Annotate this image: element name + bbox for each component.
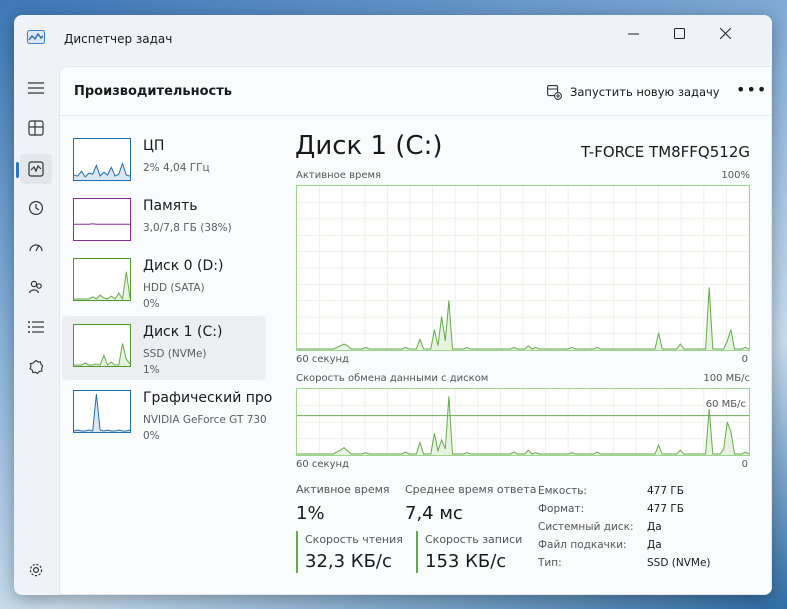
performance-icon: [28, 161, 44, 177]
startup-icon: [29, 244, 43, 252]
disk-model: T-FORCE TM8FFQ512G: [581, 143, 750, 161]
resource-item-gpu[interactable]: Графический про NVIDIA GeForce GT 730 0%: [62, 382, 272, 446]
run-new-task-button[interactable]: Запустить новую задачу: [547, 81, 720, 103]
resource-sub: NVIDIA GeForce GT 730: [143, 414, 267, 426]
active-time-max-label: 100%: [721, 170, 750, 181]
nav-performance[interactable]: [16, 154, 52, 184]
graph-area: [74, 271, 130, 300]
maximize-button[interactable]: [656, 17, 702, 49]
nav-menu-button[interactable]: [20, 73, 52, 103]
resource-usage: 0%: [143, 430, 160, 442]
capacity-value: 477 ГБ: [647, 485, 684, 497]
read-speed-value: 32,3 КБ/с: [305, 551, 392, 572]
nav-startup[interactable]: [20, 232, 52, 262]
format-value: 477 ГБ: [647, 503, 684, 515]
avg-response-stat-label: Среднее время ответа: [405, 483, 537, 496]
system-disk-value: Да: [647, 521, 662, 533]
users-icon: [28, 280, 42, 294]
nav-details[interactable]: [20, 312, 52, 342]
window-title: Диспетчер задач: [64, 32, 173, 46]
graph-line: [74, 393, 130, 432]
resource-sub: HDD (SATA): [143, 282, 205, 294]
resource-name: Диск 0 (D:): [143, 258, 224, 274]
gpu-thumbnail-graph: [73, 390, 131, 433]
resource-item-memory[interactable]: Память 3,0/7,8 ГБ (38%): [62, 190, 266, 254]
close-button[interactable]: [702, 17, 748, 49]
disk0-thumbnail-graph: [73, 258, 131, 301]
nav-users[interactable]: [20, 272, 52, 302]
navigation-rail: [14, 65, 58, 595]
minimize-icon: [627, 33, 639, 34]
graph-area: [74, 223, 130, 240]
system-disk-label: Системный диск:: [538, 521, 634, 533]
transfer-graph: 60 МБ/с: [296, 388, 750, 456]
active-time-seconds-label: 60 секунд: [296, 354, 349, 365]
services-icon: [29, 359, 44, 375]
maximize-icon: [673, 27, 685, 39]
transfer-min-label: 0: [741, 459, 748, 470]
graph-grid: [297, 389, 749, 455]
processes-icon: [28, 120, 44, 136]
graph-grid: [297, 186, 749, 350]
transfer-seconds-label: 60 секунд: [296, 459, 349, 470]
disk1-thumbnail-graph: [73, 324, 131, 367]
panel-header: Производительность Запустить новую задач…: [60, 67, 771, 116]
resource-item-cpu[interactable]: ЦП 2% 4,04 ГГц: [62, 130, 266, 194]
resource-item-disk1[interactable]: Диск 1 (C:) SSD (NVMe) 1%: [62, 316, 266, 380]
transfer-graph-label: Скорость обмена данными с диском: [296, 373, 489, 384]
active-time-min-label: 0: [741, 354, 748, 365]
memory-thumbnail-graph: [73, 198, 131, 241]
read-speed-bar: [296, 531, 298, 573]
capacity-label: Емкость:: [538, 485, 587, 497]
history-icon: [28, 200, 44, 216]
resource-name: Графический про: [143, 390, 273, 406]
format-label: Формат:: [538, 503, 585, 515]
transfer-line-label: 60 МБ/с: [705, 399, 746, 410]
active-time-stat-value: 1%: [296, 503, 325, 524]
more-options-button[interactable]: •••: [736, 80, 767, 99]
write-speed-value: 153 КБ/с: [425, 551, 507, 572]
page-title: Производительность: [74, 84, 233, 99]
nav-processes[interactable]: [20, 113, 52, 143]
resource-name: Память: [143, 198, 198, 214]
write-speed-label: Скорость записи: [425, 533, 523, 546]
nav-services[interactable]: [20, 352, 52, 382]
close-icon: [719, 27, 731, 39]
active-time-stat-label: Активное время: [296, 483, 390, 496]
title-bar[interactable]: Диспетчер задач: [14, 15, 772, 65]
minimize-button[interactable]: [610, 17, 656, 49]
nav-settings[interactable]: [20, 555, 52, 585]
details-icon: [28, 321, 44, 333]
type-value: SSD (NVMe): [647, 557, 711, 569]
cpu-thumbnail-graph: [73, 138, 131, 181]
type-label: Тип:: [538, 557, 562, 569]
menu-icon: [28, 82, 44, 94]
resource-name: Диск 1 (C:): [143, 324, 223, 340]
resource-sub: 3,0/7,8 ГБ (38%): [143, 222, 232, 234]
resource-item-disk0[interactable]: Диск 0 (D:) HDD (SATA) 0%: [62, 250, 266, 314]
disk-title: Диск 1 (C:): [295, 131, 443, 161]
resource-usage: 1%: [143, 364, 160, 376]
write-speed-bar: [416, 531, 418, 573]
performance-panel: Производительность Запустить новую задач…: [59, 66, 772, 595]
page-file-label: Файл подкачки:: [538, 539, 627, 551]
avg-response-stat-value: 7,4 мс: [405, 503, 463, 524]
new-task-icon: [547, 84, 562, 100]
transfer-max-label: 100 МБ/с: [703, 373, 750, 384]
nav-app-history[interactable]: [20, 193, 52, 223]
task-manager-window: Диспетчер задач Производительность Запус…: [14, 15, 772, 595]
read-speed-label: Скорость чтения: [305, 533, 403, 546]
resource-sub: SSD (NVMe): [143, 348, 207, 360]
resource-name: ЦП: [143, 138, 165, 154]
run-new-task-label: Запустить новую задачу: [570, 85, 720, 99]
active-time-graph-label: Активное время: [296, 170, 382, 181]
resource-usage: 0%: [143, 298, 160, 310]
graph-line: [74, 271, 130, 300]
page-file-value: Да: [647, 539, 662, 551]
active-time-graph: [296, 185, 750, 351]
resource-sub: 2% 4,04 ГГц: [143, 162, 210, 174]
task-manager-app-icon: [27, 29, 45, 44]
gear-icon: [29, 563, 43, 577]
graph-area: [74, 394, 130, 432]
